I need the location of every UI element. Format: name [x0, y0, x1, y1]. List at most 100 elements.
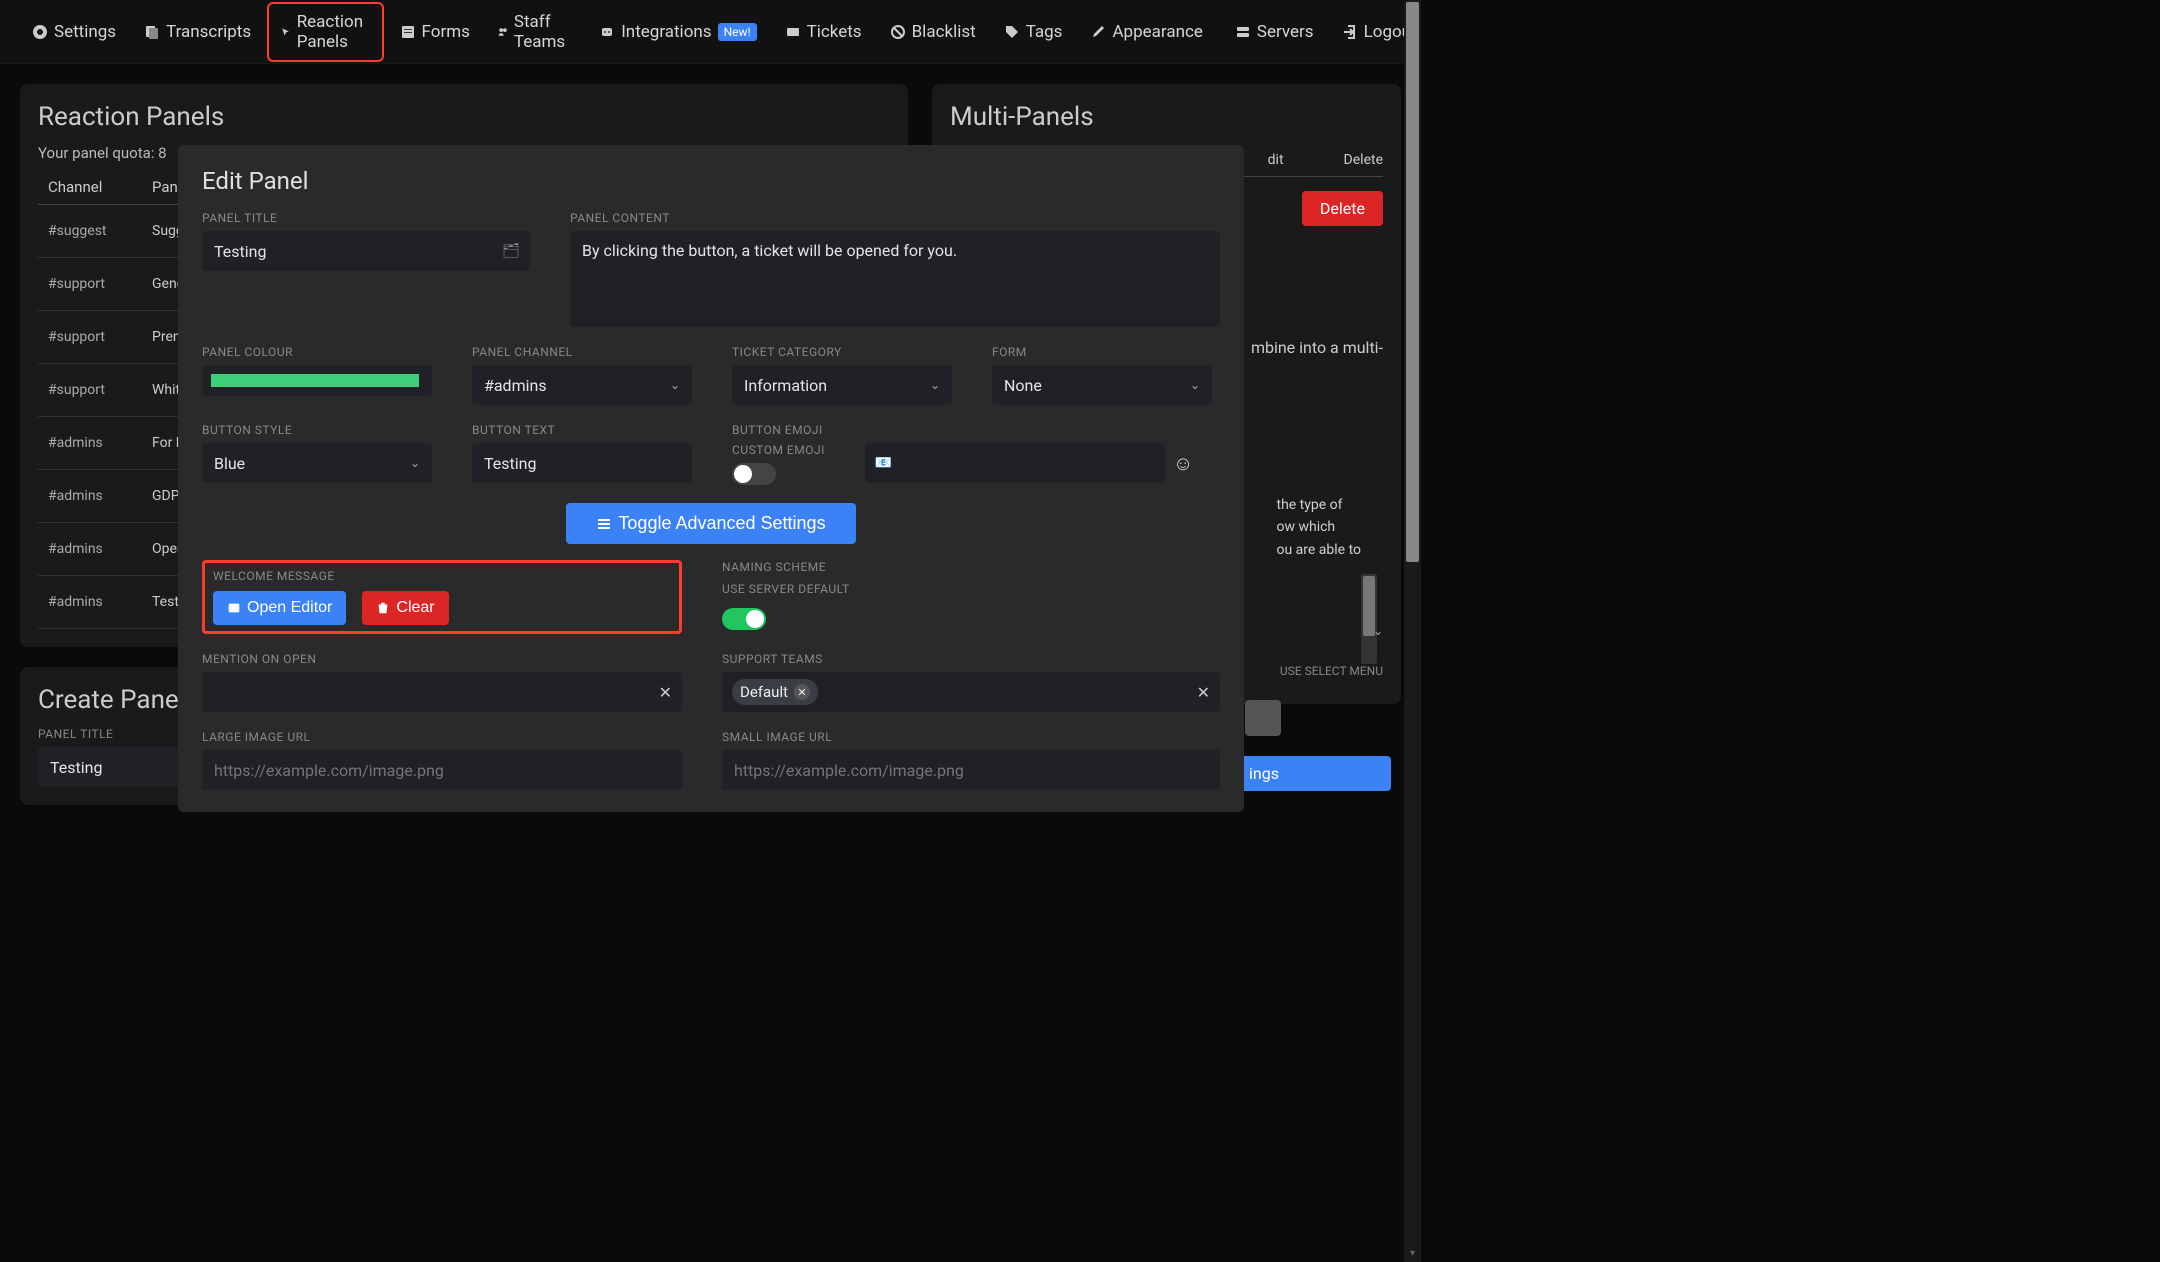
- combine-text: mbine into a multi-: [1251, 338, 1383, 357]
- button-text-label: BUTTON TEXT: [472, 423, 692, 437]
- ticket-icon: [785, 24, 801, 40]
- nav-transcripts[interactable]: Transcripts: [132, 14, 263, 50]
- nav-appearance[interactable]: Appearance: [1078, 14, 1214, 50]
- gears-icon: [32, 24, 48, 40]
- editor-icon: [227, 601, 241, 615]
- trash-icon: [376, 601, 390, 615]
- nav-servers-label: Servers: [1257, 22, 1314, 42]
- mp-edit-header: dit: [1268, 152, 1284, 168]
- modal-title: Edit Panel: [202, 167, 1220, 195]
- emoji-input[interactable]: 📧: [865, 443, 1165, 483]
- chevron-down-icon: ⌄: [410, 456, 420, 470]
- nav-forms[interactable]: Forms: [388, 14, 482, 50]
- naming-scheme-label: NAMING SCHEME: [722, 560, 1220, 574]
- cursor-icon: [281, 24, 291, 40]
- clear-icon[interactable]: ✕: [659, 683, 672, 702]
- edit-panel-modal: Edit Panel PANEL TITLE 🗂 PANEL CONTENT P…: [178, 145, 1244, 812]
- nav-transcripts-label: Transcripts: [166, 22, 251, 42]
- multi-panels-title: Multi-Panels: [950, 102, 1383, 132]
- nav-tickets[interactable]: Tickets: [773, 14, 874, 50]
- custom-emoji-label: CUSTOM EMOJI: [732, 443, 825, 457]
- large-image-url-label: LARGE IMAGE URL: [202, 730, 682, 744]
- mp-delete-button[interactable]: Delete: [1302, 191, 1383, 226]
- chevron-down-icon: ⌄: [1190, 378, 1200, 392]
- use-server-default-toggle[interactable]: [722, 608, 766, 630]
- panel-title-label: PANEL TITLE: [202, 211, 530, 225]
- info-text: the type of ow which ou are able to: [1276, 494, 1361, 561]
- new-badge: New!: [718, 23, 757, 41]
- remove-tag-icon[interactable]: ✕: [794, 684, 810, 700]
- ticket-category-select[interactable]: Information⌄: [732, 365, 952, 405]
- tags-icon: [1004, 24, 1020, 40]
- support-team-tag[interactable]: Default ✕: [732, 679, 818, 705]
- nav-staff-teams[interactable]: Staff Teams: [486, 4, 583, 60]
- button-style-select[interactable]: Blue⌄: [202, 443, 432, 483]
- custom-emoji-toggle[interactable]: [732, 463, 776, 485]
- nav-appearance-label: Appearance: [1112, 22, 1202, 42]
- nav-integrations-label: Integrations: [621, 22, 711, 42]
- support-teams-input[interactable]: Default ✕ ✕: [722, 672, 1220, 712]
- nav-blacklist-label: Blacklist: [912, 22, 976, 42]
- scroll-down-icon[interactable]: ▾: [1404, 1245, 1421, 1262]
- card-title: Reaction Panels: [38, 102, 890, 132]
- nav-settings[interactable]: Settings: [20, 14, 128, 50]
- panel-content-label: PANEL CONTENT: [570, 211, 1220, 225]
- chevron-down-icon: ⌄: [670, 378, 680, 392]
- copy-icon: [144, 24, 160, 40]
- form-select[interactable]: None⌄: [992, 365, 1212, 405]
- nav-servers[interactable]: Servers: [1223, 14, 1326, 50]
- nav-tags-label: Tags: [1026, 22, 1063, 42]
- select-menu-checkbox[interactable]: [1245, 700, 1281, 736]
- button-style-label: BUTTON STYLE: [202, 423, 432, 437]
- nav-integrations[interactable]: Integrations New!: [587, 14, 768, 50]
- welcome-message-highlight: WELCOME MESSAGE Open Editor Clear: [202, 560, 682, 634]
- mention-on-open-input[interactable]: ✕: [202, 672, 682, 712]
- users-icon: [498, 24, 508, 40]
- clear-icon[interactable]: ✕: [1197, 683, 1210, 702]
- nav-staff-teams-label: Staff Teams: [514, 12, 571, 52]
- button-emoji-label: BUTTON EMOJI: [732, 423, 1220, 437]
- use-server-default-label: USE SERVER DEFAULT: [722, 582, 1220, 596]
- large-image-url-input[interactable]: [202, 750, 682, 790]
- logout-icon: [1342, 24, 1358, 40]
- use-select-menu-label: USE SELECT MENU: [1280, 664, 1383, 678]
- chevron-down-icon: ⌄: [930, 378, 940, 392]
- inner-scrollbar[interactable]: [1361, 574, 1377, 664]
- th-channel: Channel: [48, 178, 128, 196]
- support-teams-label: SUPPORT TEAMS: [722, 652, 1220, 666]
- nav-reaction-panels[interactable]: Reaction Panels: [267, 2, 383, 62]
- robot-icon: [599, 24, 615, 40]
- ticket-category-label: TICKET CATEGORY: [732, 345, 952, 359]
- clear-button[interactable]: Clear: [362, 591, 448, 625]
- panel-content-textarea[interactable]: [570, 231, 1220, 327]
- mp-delete-header: Delete: [1344, 152, 1383, 168]
- ban-icon: [890, 24, 906, 40]
- toggle-advanced-button[interactable]: Toggle Advanced Settings: [566, 503, 855, 544]
- sliders-icon: [596, 516, 612, 532]
- small-image-url-label: SMALL IMAGE URL: [722, 730, 1220, 744]
- nav-reaction-panels-label: Reaction Panels: [297, 12, 370, 52]
- settings-partial-button[interactable]: ings: [1231, 756, 1391, 791]
- form-label: FORM: [992, 345, 1212, 359]
- nav-blacklist[interactable]: Blacklist: [878, 14, 988, 50]
- button-text-input[interactable]: [472, 443, 692, 483]
- scrollbar-thumb[interactable]: [1406, 2, 1419, 562]
- id-card-icon: 🗂: [502, 243, 520, 259]
- server-icon: [1235, 24, 1251, 40]
- panel-channel-label: PANEL CHANNEL: [472, 345, 692, 359]
- top-nav: Settings Transcripts Reaction Panels For…: [0, 0, 1421, 64]
- panel-channel-select[interactable]: #admins⌄: [472, 365, 692, 405]
- panel-colour-input[interactable]: [210, 373, 420, 388]
- open-editor-button[interactable]: Open Editor: [213, 591, 346, 625]
- page-scrollbar[interactable]: ▴ ▾: [1404, 0, 1421, 1262]
- brush-icon: [1090, 24, 1106, 40]
- nav-tags[interactable]: Tags: [992, 14, 1075, 50]
- chevron-down-icon[interactable]: ⌄: [1373, 624, 1383, 638]
- emoji-picker-icon[interactable]: ☺: [1173, 451, 1193, 476]
- mention-on-open-label: MENTION ON OPEN: [202, 652, 682, 666]
- nav-settings-label: Settings: [54, 22, 116, 42]
- small-image-url-input[interactable]: [722, 750, 1220, 790]
- welcome-message-label: WELCOME MESSAGE: [213, 569, 671, 583]
- panel-title-input[interactable]: [202, 231, 530, 271]
- form-icon: [400, 24, 416, 40]
